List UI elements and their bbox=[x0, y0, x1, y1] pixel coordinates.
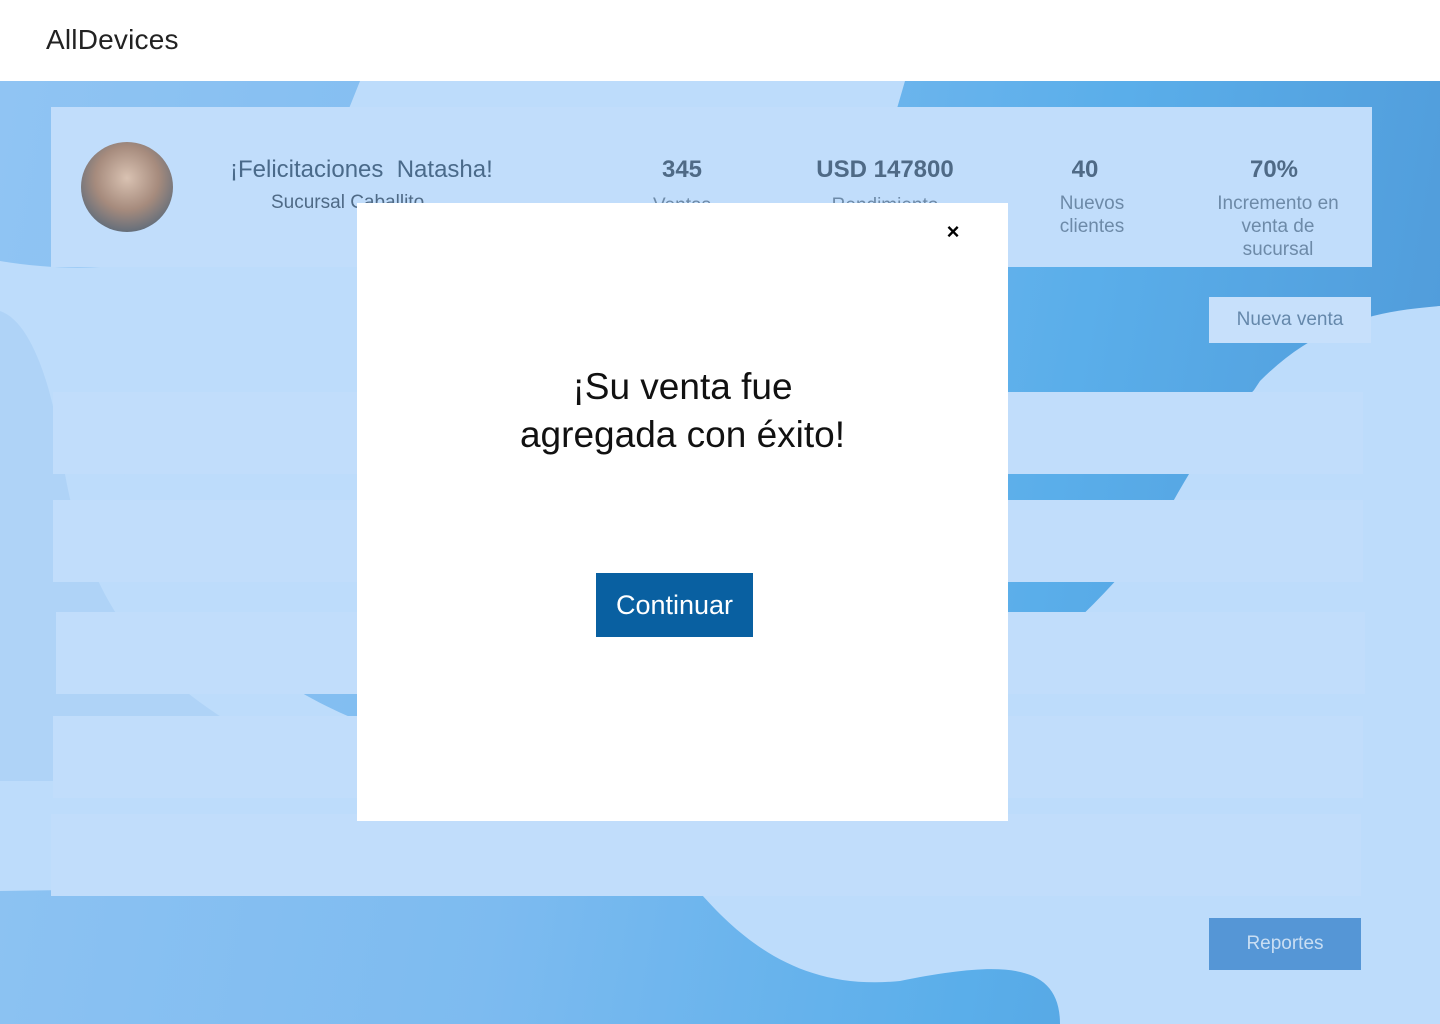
stat-sales-value: 345 bbox=[661, 156, 703, 183]
app-title: AllDevices bbox=[46, 24, 179, 55]
reports-button[interactable]: Reportes bbox=[1209, 918, 1361, 970]
stat-revenue-value: USD 147800 bbox=[816, 156, 954, 183]
stat-increase-label: Incremento en venta de sucursal bbox=[1217, 193, 1339, 260]
avatar bbox=[81, 142, 173, 232]
top-bar: AllDevices bbox=[0, 0, 1440, 81]
stat-increase-value: 70% bbox=[1249, 156, 1299, 183]
new-sale-button[interactable]: Nueva venta bbox=[1209, 297, 1371, 343]
list-item[interactable] bbox=[51, 814, 1361, 896]
stat-clients-label: Nuevos clientes bbox=[1059, 193, 1125, 237]
stat-clients-value: 40 bbox=[1071, 156, 1099, 183]
continue-button[interactable]: Continuar bbox=[596, 573, 753, 637]
modal-title: ¡Su venta fue agregada con éxito! bbox=[357, 363, 1008, 459]
modal-title-line-1: ¡Su venta fue bbox=[572, 366, 793, 407]
success-modal bbox=[357, 203, 1008, 821]
greeting: ¡Felicitaciones Natasha! bbox=[230, 156, 493, 183]
close-icon[interactable]: × bbox=[941, 219, 965, 245]
modal-title-line-2: agregada con éxito! bbox=[519, 414, 845, 455]
